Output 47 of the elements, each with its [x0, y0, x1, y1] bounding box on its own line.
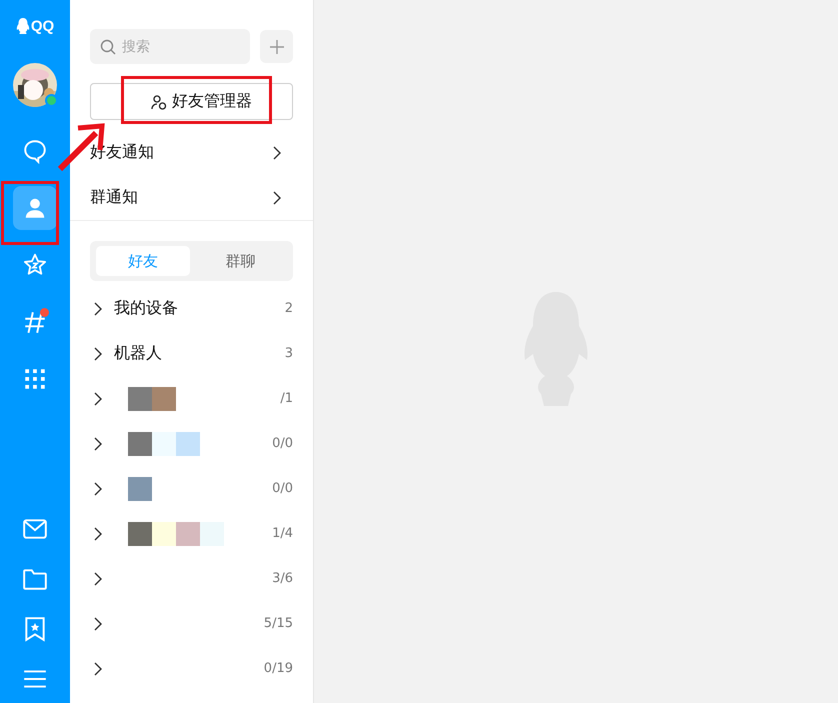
- group-count: 3: [284, 346, 293, 361]
- friend-group-row[interactable]: 机器人 3: [90, 331, 293, 376]
- chevron-right-icon: [273, 190, 281, 204]
- contacts-tab[interactable]: 群聊: [194, 246, 287, 276]
- blurred-name: [128, 432, 200, 456]
- group-count: 1/4: [272, 526, 293, 541]
- group-count: /1: [280, 391, 293, 406]
- group-count: 0/19: [264, 661, 293, 676]
- friend-group-row[interactable]: /1: [90, 376, 293, 421]
- person-icon[interactable]: [13, 186, 57, 230]
- app-logo-text: QQ: [30, 18, 54, 34]
- chevron-right-icon: [273, 146, 281, 160]
- group-count: 3/6: [272, 571, 293, 586]
- group-count: 5/15: [264, 616, 293, 631]
- add-button[interactable]: [260, 30, 293, 63]
- friend-group-row[interactable]: 5/15: [90, 601, 293, 646]
- notification-row[interactable]: 群通知: [90, 175, 293, 220]
- chevron-right-icon: [94, 346, 102, 360]
- friend-group-row[interactable]: 0/0: [90, 421, 293, 466]
- chevron-right-icon: [94, 436, 102, 450]
- group-count: 2: [284, 301, 293, 316]
- chevron-right-icon: [94, 526, 102, 540]
- friend-manager-button[interactable]: 好友管理器: [90, 83, 293, 120]
- group-count: 0/0: [272, 481, 293, 496]
- chevron-right-icon: [94, 616, 102, 630]
- person-settings-icon: [151, 94, 167, 110]
- friend-group-row[interactable]: 3/6: [90, 556, 293, 601]
- chevron-right-icon: [94, 482, 102, 496]
- chevron-right-icon: [94, 302, 102, 316]
- chevron-right-icon: [94, 392, 102, 406]
- chevron-right-icon: [94, 572, 102, 586]
- blurred-name: [128, 386, 176, 410]
- friend-group-row[interactable]: 0/0: [90, 466, 293, 511]
- plus-icon: [270, 40, 284, 54]
- group-count: 0/0: [272, 436, 293, 451]
- search-field[interactable]: 搜索: [90, 29, 250, 64]
- contacts-tab[interactable]: 好友: [96, 246, 190, 276]
- highlight-frame: [1, 181, 59, 245]
- friend-group-row[interactable]: 0/19: [90, 646, 293, 691]
- blurred-name: [128, 476, 152, 500]
- chevron-right-icon: [94, 662, 102, 676]
- group-name: 机器人: [114, 343, 163, 364]
- penguin-icon: [16, 17, 30, 35]
- friend-group-row[interactable]: 我的设备 2: [90, 286, 293, 331]
- group-name: 我的设备: [114, 298, 179, 319]
- user-avatar[interactable]: [13, 63, 57, 107]
- friend-group-row[interactable]: 1/4: [90, 511, 293, 556]
